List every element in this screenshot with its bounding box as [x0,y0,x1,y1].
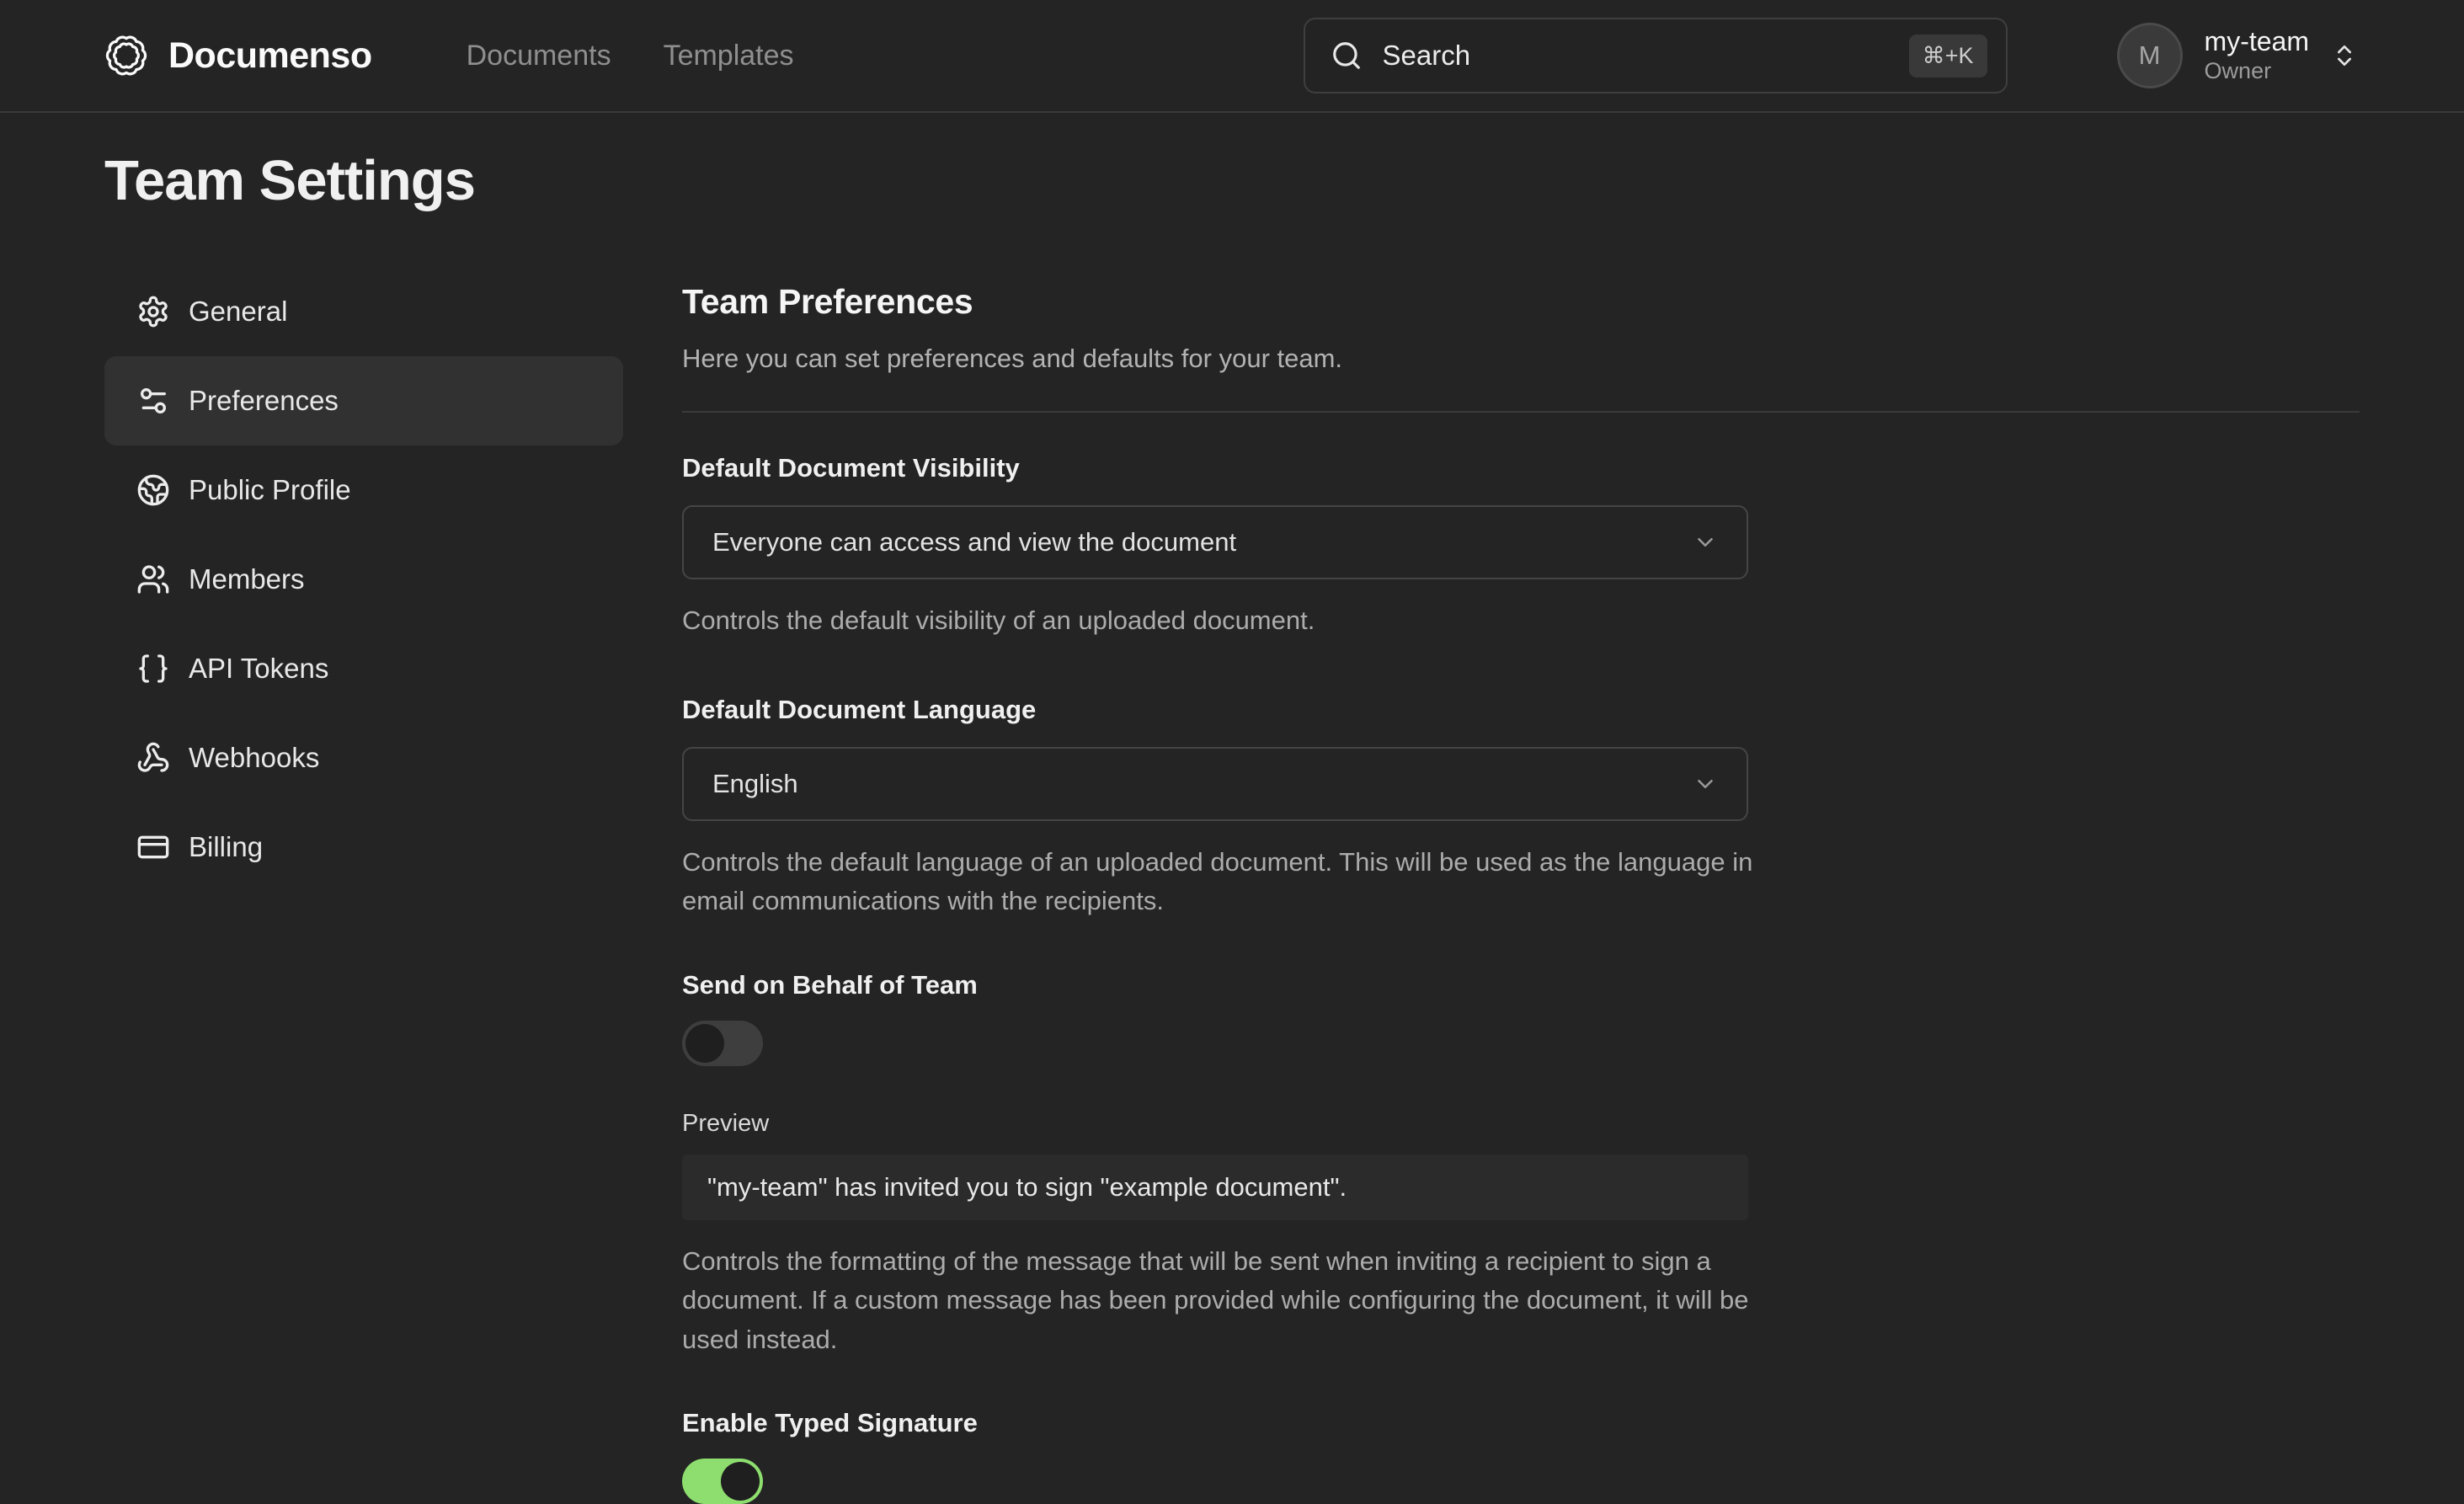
send-on-behalf-help: Controls the formatting of the message t… [682,1242,1760,1360]
gear-icon [136,295,170,328]
top-navigation: Documents Templates [467,40,794,72]
sidebar-item-label: Members [189,563,305,595]
preview-label: Preview [682,1110,2360,1138]
sidebar-item-billing[interactable]: Billing [104,803,623,892]
language-select[interactable]: English [682,747,1748,821]
toggle-thumb [685,1024,724,1063]
sliders-icon [136,384,170,418]
visibility-help: Controls the default visibility of an up… [682,601,1760,641]
sidebar-item-label: Billing [189,831,263,863]
sidebar-item-label: Webhooks [189,742,319,774]
panel-subheading: Here you can set preferences and default… [682,344,2360,374]
language-select-value: English [712,769,798,799]
send-on-behalf-label: Send on Behalf of Team [682,970,2360,1000]
chevron-down-icon [1693,771,1718,797]
topbar: Documenso Documents Templates Search ⌘+K… [0,0,2464,113]
language-help: Controls the default language of an uplo… [682,843,1760,921]
typed-signature-toggle[interactable] [682,1459,763,1504]
sidebar-item-label: Preferences [189,385,339,417]
language-label: Default Document Language [682,695,2360,725]
account-text: my-team Owner [2205,25,2309,86]
settings-sidebar: General Preferences Public Profile Membe… [104,267,623,1504]
account-role: Owner [2205,57,2309,86]
search-button[interactable]: Search ⌘+K [1304,18,2008,93]
sidebar-item-api-tokens[interactable]: API Tokens [104,624,623,713]
sidebar-item-label: API Tokens [189,653,328,685]
panel-heading: Team Preferences [682,282,2360,322]
sidebar-item-general[interactable]: General [104,267,623,356]
visibility-label: Default Document Visibility [682,453,2360,483]
settings-layout: General Preferences Public Profile Membe… [104,267,2464,1504]
webhook-icon [136,741,170,775]
search-shortcut-badge: ⌘+K [1909,35,1987,77]
sidebar-item-label: Public Profile [189,474,351,506]
credit-card-icon [136,830,170,864]
visibility-select[interactable]: Everyone can access and view the documen… [682,505,1748,579]
nav-documents[interactable]: Documents [467,40,611,72]
sidebar-item-public-profile[interactable]: Public Profile [104,445,623,535]
typed-signature-label: Enable Typed Signature [682,1408,2360,1438]
braces-icon [136,652,170,685]
team-menu-button[interactable]: M my-team Owner [2117,23,2358,88]
documenso-logo-icon [104,34,148,77]
visibility-select-value: Everyone can access and view the documen… [712,527,1236,557]
search-placeholder: Search [1383,40,1471,72]
chevron-down-icon [1693,530,1718,555]
sidebar-item-members[interactable]: Members [104,535,623,624]
globe-icon [136,473,170,507]
send-on-behalf-toggle[interactable] [682,1021,763,1066]
search-icon [1331,40,1363,72]
users-icon [136,563,170,596]
sidebar-item-label: General [189,296,287,328]
brand-label: Documenso [168,35,372,77]
sidebar-item-preferences[interactable]: Preferences [104,356,623,445]
brand[interactable]: Documenso [104,34,372,77]
avatar: M [2117,23,2183,88]
nav-templates[interactable]: Templates [664,40,794,72]
sidebar-item-webhooks[interactable]: Webhooks [104,713,623,803]
chevrons-up-down-icon [2331,42,2358,69]
preferences-panel: Team Preferences Here you can set prefer… [682,267,2360,1504]
toggle-thumb [721,1462,760,1501]
page-title: Team Settings [104,148,2464,213]
account-team-name: my-team [2205,25,2309,57]
divider [682,411,2360,413]
preview-box: "my-team" has invited you to sign "examp… [682,1155,1748,1220]
